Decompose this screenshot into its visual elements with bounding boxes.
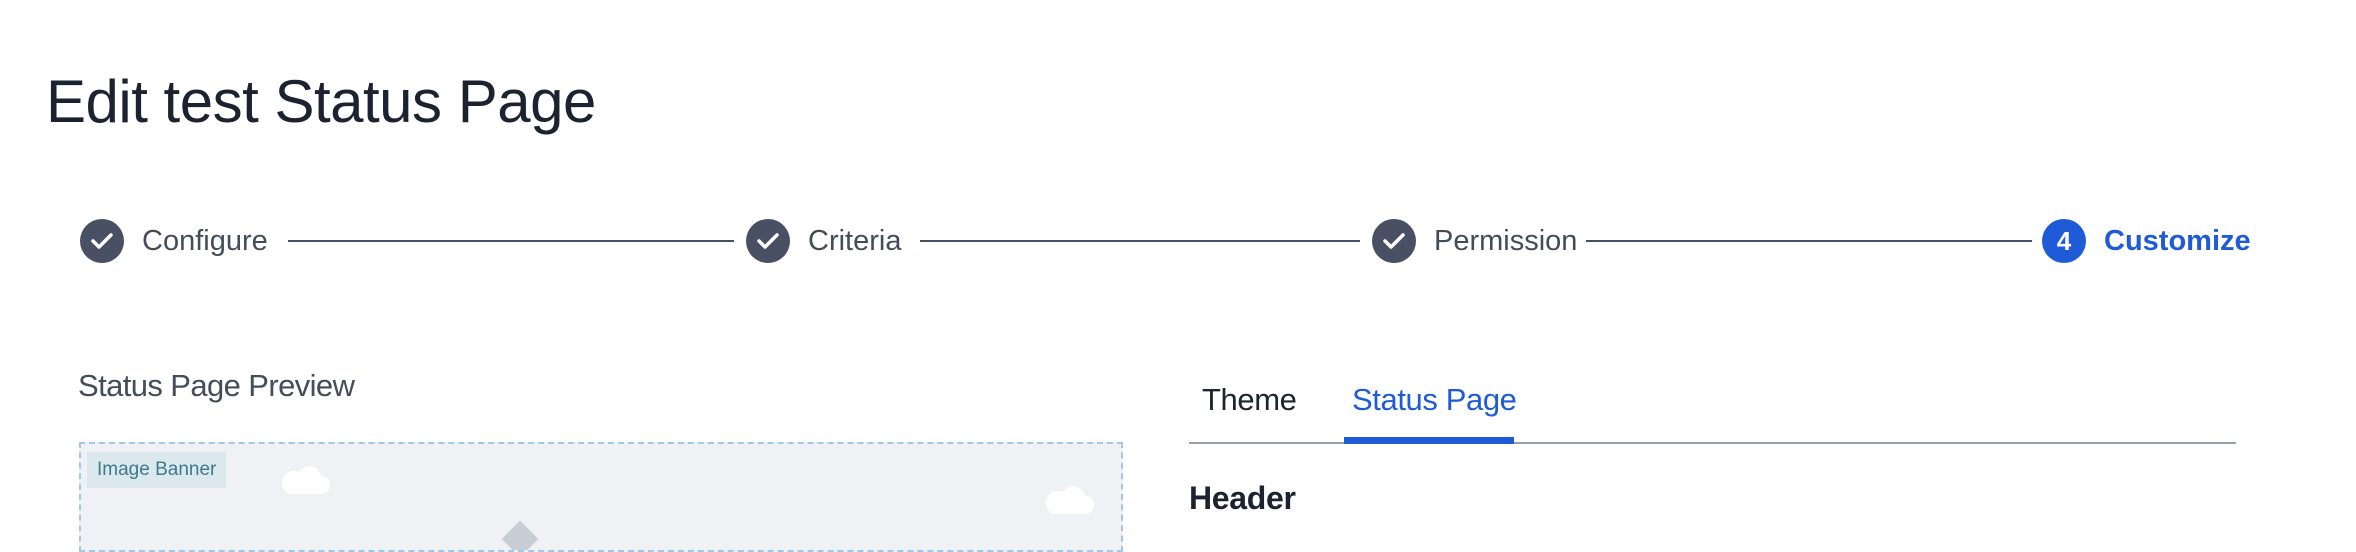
tab-bar: Theme Status Page	[1189, 372, 2236, 444]
section-header: Header	[1189, 480, 1296, 516]
step-permission[interactable]: Permission	[1372, 216, 1577, 266]
preview-banner[interactable]: Image Banner	[79, 442, 1123, 552]
check-icon	[1372, 219, 1416, 263]
tab-theme[interactable]: Theme	[1194, 378, 1304, 422]
banner-label: Image Banner	[87, 452, 227, 488]
step-connector	[288, 240, 734, 242]
step-customize[interactable]: 4 Customize	[2042, 216, 2251, 266]
mountain-shape	[501, 520, 539, 550]
step-configure[interactable]: Configure	[80, 216, 268, 266]
check-icon	[746, 219, 790, 263]
step-label: Configure	[142, 224, 268, 257]
step-connector	[1586, 240, 2032, 242]
step-number: 4	[2042, 219, 2086, 263]
cloud-icon	[1045, 486, 1094, 514]
step-criteria[interactable]: Criteria	[746, 216, 901, 266]
check-icon	[80, 219, 124, 263]
cloud-icon	[281, 466, 330, 494]
step-label: Criteria	[808, 224, 902, 257]
page-title: Edit test Status Page	[46, 68, 596, 135]
step-label: Customize	[2104, 224, 2251, 257]
stepper: Configure Criteria Permission 4 Customiz…	[80, 216, 2251, 266]
step-label: Permission	[1434, 224, 1578, 257]
preview-title: Status Page Preview	[78, 368, 355, 403]
step-connector	[920, 240, 1360, 242]
active-tab-indicator	[1344, 437, 1514, 444]
tab-status-page[interactable]: Status Page	[1344, 378, 1525, 422]
